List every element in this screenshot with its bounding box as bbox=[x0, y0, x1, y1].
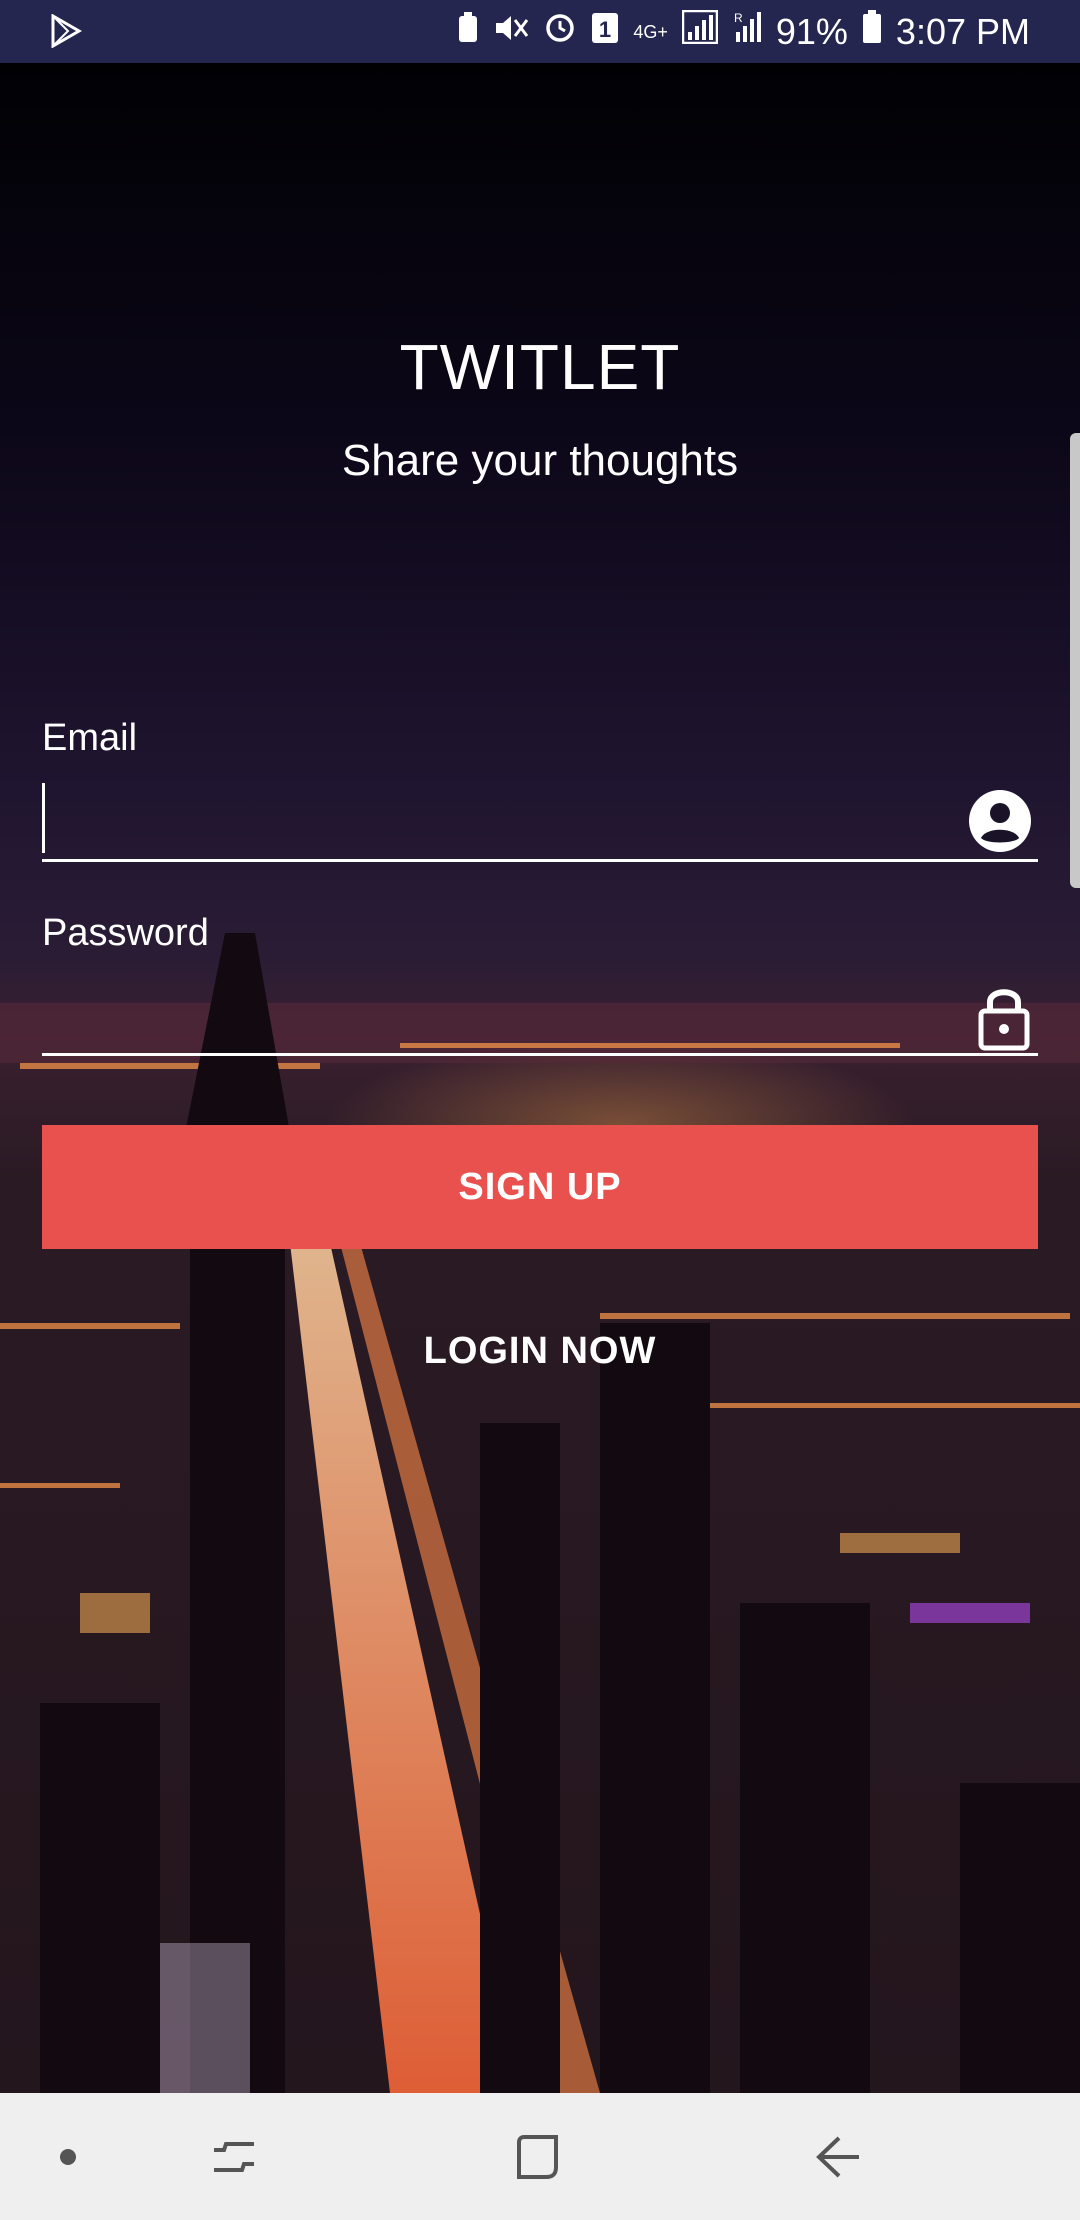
back-icon[interactable] bbox=[815, 2093, 863, 2220]
password-input[interactable] bbox=[42, 977, 942, 1047]
email-input[interactable] bbox=[42, 783, 942, 853]
scrollbar[interactable] bbox=[1070, 433, 1080, 888]
account-circle-icon bbox=[968, 789, 1032, 858]
sim-label: 1 bbox=[599, 17, 611, 42]
app-title: TWITLET bbox=[399, 331, 681, 403]
status-bar: 1 4G+ R 91% 3:07 PM bbox=[0, 0, 1080, 63]
battery-percent: 91% bbox=[775, 10, 848, 52]
navigation-bar bbox=[0, 2093, 1080, 2220]
password-label: Password bbox=[42, 912, 209, 954]
roaming-signal-icon: R bbox=[732, 10, 762, 53]
app-tagline: Share your thoughts bbox=[341, 436, 739, 485]
signup-button[interactable]: SIGN UP bbox=[42, 1125, 1038, 1249]
lock-icon bbox=[976, 983, 1032, 1056]
play-store-icon bbox=[50, 13, 83, 53]
recents-icon[interactable] bbox=[210, 2093, 258, 2220]
email-label: Email bbox=[42, 717, 138, 759]
alarm-icon bbox=[543, 10, 577, 53]
network-4g-icon: 4G+ bbox=[633, 21, 668, 42]
mute-icon bbox=[493, 11, 529, 53]
svg-text:R: R bbox=[734, 11, 743, 25]
battery-saver-icon bbox=[457, 11, 479, 53]
dot-icon[interactable] bbox=[58, 2093, 78, 2220]
text-cursor bbox=[42, 783, 45, 853]
sim-1-icon: 1 bbox=[591, 11, 619, 53]
battery-icon bbox=[862, 10, 882, 53]
password-field[interactable] bbox=[42, 977, 1038, 1056]
status-time: 3:07 PM bbox=[895, 10, 1030, 52]
signal-icon bbox=[681, 9, 719, 53]
login-now-link[interactable]: LOGIN NOW bbox=[0, 1330, 1080, 1373]
email-field[interactable] bbox=[42, 783, 1038, 862]
home-icon[interactable] bbox=[515, 2093, 561, 2220]
